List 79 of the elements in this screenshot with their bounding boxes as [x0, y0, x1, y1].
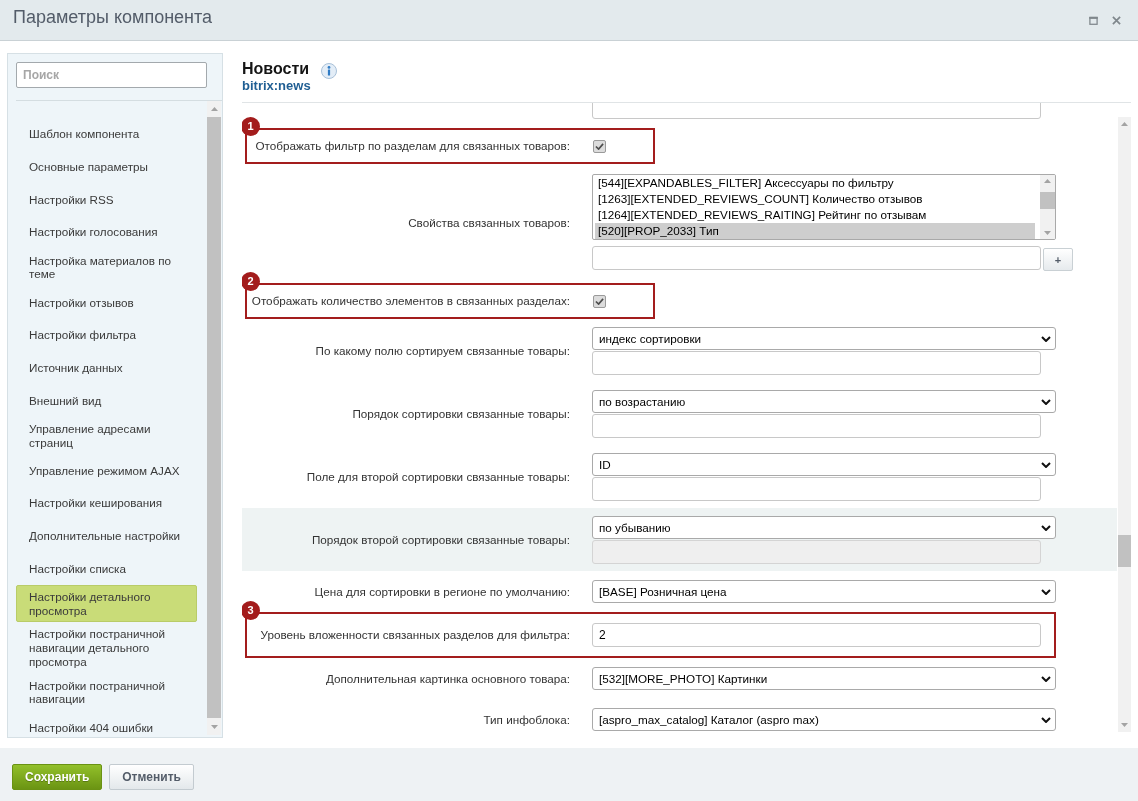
text-input[interactable]: [592, 351, 1041, 375]
dropdown[interactable]: индекс сортировки: [592, 327, 1056, 350]
scrollbar-thumb[interactable]: [1118, 535, 1131, 567]
sidebar-item[interactable]: Настройки кеширования: [16, 486, 197, 520]
sidebar-item[interactable]: Настройки RSS: [16, 183, 197, 216]
field-label: Дополнительная картинка основного товара:: [324, 671, 570, 686]
scroll-up-icon[interactable]: [210, 107, 218, 111]
sidebar-item[interactable]: Основные параметры: [16, 150, 197, 184]
chevron-down-icon: [1041, 675, 1051, 682]
listbox-option[interactable]: [1263][EXTENDED_REVIEWS_COUNT] Количество отзывов: [595, 191, 1035, 207]
component-title: Новости: [242, 60, 310, 78]
chevron-down-icon: [1041, 588, 1051, 595]
search-field[interactable]: Поиск: [16, 62, 207, 88]
sidebar-item[interactable]: Настройки 404 ошибки: [16, 711, 197, 737]
sidebar-item[interactable]: Настройки списка: [16, 552, 197, 585]
sidebar-item[interactable]: Шаблон компонента: [16, 118, 197, 151]
scroll-up-icon[interactable]: [1121, 122, 1128, 126]
chevron-down-icon: [1041, 461, 1051, 468]
callout-number: 3: [242, 601, 260, 620]
listbox[interactable]: [544][EXPANDABLES_FILTER] Аксессуары по фильтру [1263][EXTENDED_REVIEWS_COUNT] Количество отзывов [1264][EXTENDED_REVIEWS_RAITING] Рейтинг по отзывам [520][PROP_2033] Тип: [592, 174, 1056, 240]
sidebar-item[interactable]: Внешний вид: [16, 384, 197, 417]
sidebar-item[interactable]: Источник данных: [16, 351, 197, 385]
checkmark-icon: [595, 297, 604, 305]
scroll-down-icon[interactable]: [1044, 231, 1051, 235]
scroll-down-icon[interactable]: [1121, 723, 1128, 727]
maximize-icon[interactable]: [1089, 15, 1098, 25]
chevron-down-icon: [1041, 335, 1051, 342]
sidebar-item[interactable]: Настройки постраничной навигации детального просмотра: [16, 622, 197, 674]
sidebar-item[interactable]: Управление режимом AJAX: [16, 454, 197, 487]
checkmark-icon: [595, 142, 604, 150]
field-label: Порядок второй сортировки связанные товары:: [310, 533, 570, 547]
sidebar-item[interactable]: Управление адресами страниц: [16, 416, 197, 455]
sidebar-item[interactable]: Дополнительные настройки: [16, 519, 197, 553]
text-input[interactable]: [592, 477, 1041, 501]
sidebar-item[interactable]: Настройки фильтра: [16, 318, 197, 352]
field-label: По какому полю сортируем связанные товары:: [314, 344, 570, 358]
scroll-down-icon[interactable]: [210, 725, 218, 729]
text-input[interactable]: 2: [592, 623, 1041, 647]
sidebar-item[interactable]: Настройки постраничной навигации: [16, 673, 197, 712]
dropdown[interactable]: [aspro_max_catalog] Каталог (aspro max): [592, 708, 1056, 731]
checkbox[interactable]: [593, 139, 606, 153]
dropdown[interactable]: [532][MORE_PHOTO] Картинки: [592, 667, 1056, 690]
dropdown[interactable]: по убыванию: [592, 516, 1056, 539]
scrollbar[interactable]: [1040, 175, 1055, 239]
chevron-down-icon: [1041, 398, 1051, 405]
sidebar-item[interactable]: Настройки детального просмотра: [16, 584, 197, 623]
listbox-option[interactable]: [1264][EXTENDED_REVIEWS_RAITING] Рейтинг по отзывам: [595, 207, 1035, 223]
add-button[interactable]: +: [1043, 248, 1073, 271]
dropdown[interactable]: по возрастанию: [592, 390, 1056, 413]
field-label: Цена для сортировки в регионе по умолчанию:: [313, 584, 570, 599]
scrollbar[interactable]: [1118, 117, 1131, 732]
field-label: Отображать фильтр по разделам для связанных товаров:: [254, 139, 570, 153]
text-input[interactable]: [592, 414, 1041, 438]
scroll-up-icon[interactable]: [1044, 179, 1051, 183]
window-title: Параметры компонента: [13, 6, 214, 28]
cancel-button[interactable]: Отменить: [109, 764, 194, 790]
sidebar-item[interactable]: Настройки отзывов: [16, 286, 197, 319]
info-icon[interactable]: [321, 62, 338, 79]
sidebar-item[interactable]: Настройки голосования: [16, 215, 197, 249]
chevron-down-icon: [1041, 524, 1051, 531]
field-label: Свойства связанных товаров:: [407, 215, 570, 230]
field-label: Уровень вложенности связанных разделов для фильтра:: [259, 628, 570, 642]
listbox-option[interactable]: [520][PROP_2033] Тип: [595, 223, 1035, 239]
sidebar-item[interactable]: Настройка материалов по теме: [16, 248, 197, 287]
chevron-down-icon: [1041, 716, 1051, 723]
dropdown[interactable]: [BASE] Розничная цена: [592, 580, 1056, 603]
field-label: Порядок сортировки связанные товары:: [351, 407, 570, 421]
close-icon[interactable]: [1112, 15, 1121, 25]
field-label: Поле для второй сортировки связанные товары:: [305, 470, 570, 484]
callout-number: 1: [242, 117, 260, 136]
field-label: Тип инфоблока:: [482, 712, 570, 727]
callout-number: 2: [242, 272, 260, 291]
scrollbar-thumb[interactable]: [1040, 192, 1055, 209]
component-code: bitrix:news: [242, 79, 312, 93]
checkbox[interactable]: [593, 294, 606, 308]
text-input[interactable]: [592, 246, 1041, 270]
dropdown[interactable]: ID: [592, 453, 1056, 476]
field-label: Отображать количество элементов в связанных разделах:: [250, 294, 570, 308]
listbox-option[interactable]: [544][EXPANDABLES_FILTER] Аксессуары по фильтру: [595, 175, 1035, 191]
